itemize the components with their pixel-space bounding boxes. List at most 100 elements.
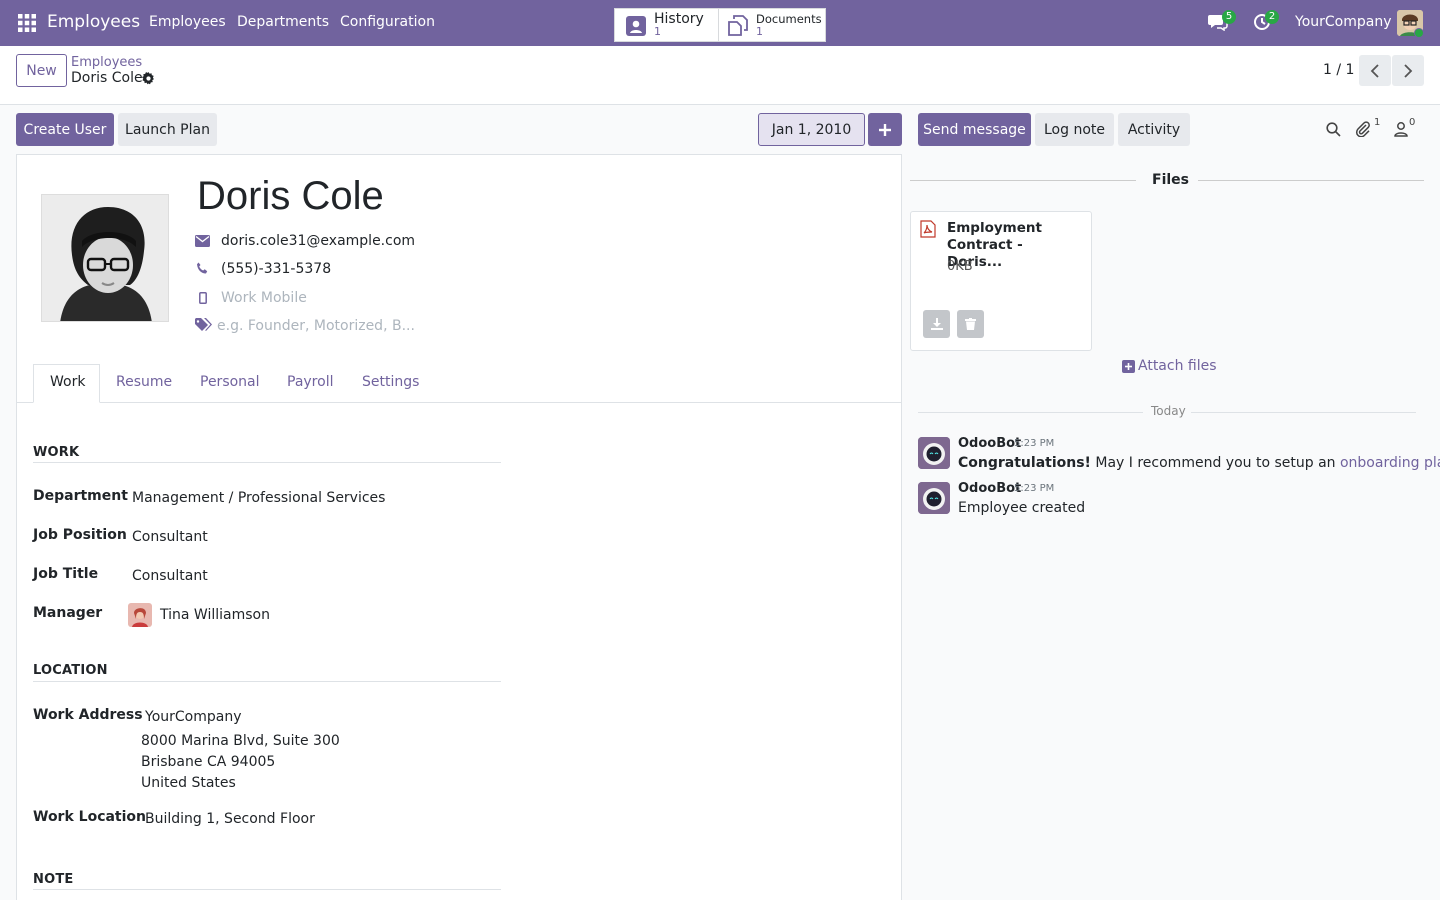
tab-resume[interactable]: Resume (116, 374, 172, 390)
phone-icon (196, 262, 209, 275)
department-field[interactable]: Management / Professional Services (132, 490, 385, 506)
pdf-icon (920, 220, 936, 238)
work-address-line3: United States (141, 775, 236, 791)
app-title[interactable]: Employees (47, 12, 140, 32)
tabs-bar-line (17, 402, 901, 403)
pager-next-button[interactable] (1392, 55, 1424, 86)
odoobot-avatar[interactable] (918, 437, 950, 469)
documents-count: 1 (756, 25, 763, 38)
history-label: History (654, 11, 704, 27)
send-message-button[interactable]: Send message (918, 113, 1031, 146)
company-switcher[interactable]: YourCompany (1295, 14, 1392, 30)
delete-attachment-button[interactable] (957, 310, 984, 338)
employee-name[interactable]: Doris Cole (197, 174, 384, 219)
menu-employees[interactable]: Employees (149, 14, 226, 30)
history-count: 1 (654, 25, 661, 38)
today-divider-left (918, 412, 1143, 413)
activity-button[interactable]: Activity (1118, 113, 1190, 146)
work-phone-field[interactable]: (555)-331-5378 (221, 261, 331, 277)
location-section-title: LOCATION (33, 663, 108, 678)
work-mobile-input[interactable]: Work Mobile (221, 290, 307, 306)
activities-badge: 2 (1265, 10, 1279, 24)
manager-label: Manager (33, 605, 103, 621)
search-icon[interactable] (1326, 122, 1341, 137)
message-time: 5:23 PM (1014, 438, 1055, 449)
work-location-field[interactable]: Building 1, Second Floor (145, 811, 315, 827)
message-time: 5:23 PM (1014, 483, 1055, 494)
work-location-label: Work Location (33, 809, 147, 825)
menu-configuration[interactable]: Configuration (340, 14, 435, 30)
followers-count: 0 (1409, 117, 1416, 128)
attachments-count: 1 (1374, 117, 1381, 128)
envelope-icon (195, 235, 210, 247)
work-section-divider (33, 462, 501, 463)
message-author[interactable]: OdooBot (958, 436, 1021, 451)
plus-square-icon (1122, 359, 1135, 373)
paperclip-icon (1355, 121, 1370, 137)
job-position-field[interactable]: Consultant (132, 529, 208, 545)
files-divider-left (910, 180, 1136, 181)
attach-files-button[interactable]: Attach files (1122, 358, 1217, 374)
job-title-field[interactable]: Consultant (132, 568, 208, 584)
job-title-label: Job Title (33, 566, 99, 582)
attachments-button[interactable]: 1 (1355, 117, 1385, 139)
add-button[interactable] (868, 113, 902, 146)
work-address-label: Work Address (33, 707, 143, 723)
breadcrumb-employees[interactable]: Employees (71, 55, 142, 70)
followers-button[interactable]: 0 (1394, 117, 1424, 139)
work-address-line2: Brisbane CA 94005 (141, 754, 276, 770)
record-actions-gear-icon[interactable] (142, 72, 155, 85)
files-divider-right (1198, 180, 1424, 181)
documents-icon (727, 14, 749, 36)
employee-photo[interactable] (41, 194, 169, 322)
mobile-icon (199, 292, 207, 304)
note-section-title: NOTE (33, 872, 74, 887)
pager-previous-button[interactable] (1359, 55, 1391, 86)
files-title: Files (1152, 172, 1189, 188)
work-email-field[interactable]: doris.cole31@example.com (221, 233, 415, 249)
control-panel (0, 46, 1440, 105)
user-icon (1394, 122, 1408, 137)
download-icon (930, 318, 943, 330)
date-status-button[interactable]: Jan 1, 2010 (758, 113, 865, 146)
new-button[interactable]: New (16, 54, 67, 87)
tab-payroll[interactable]: Payroll (287, 374, 333, 390)
odoobot-avatar[interactable] (918, 482, 950, 514)
trash-icon (965, 318, 976, 330)
message-body: Congratulations! May I recommend you to … (958, 455, 1440, 471)
tab-settings[interactable]: Settings (362, 374, 419, 390)
message-author[interactable]: OdooBot (958, 481, 1021, 496)
pager-value[interactable]: 1 / 1 (1323, 62, 1354, 78)
tab-personal[interactable]: Personal (200, 374, 260, 390)
plus-icon (879, 123, 891, 136)
tab-work[interactable]: Work (50, 374, 85, 390)
chevron-left-icon (1370, 63, 1379, 78)
documents-smart-button[interactable]: Documents 1 (718, 8, 826, 42)
tags-input[interactable]: e.g. Founder, Motorized, B... (217, 318, 415, 334)
user-history-icon (626, 14, 646, 36)
location-section-divider (33, 681, 501, 682)
onboarding-plan-link[interactable]: onboarding plan? (1340, 455, 1440, 471)
menu-departments[interactable]: Departments (237, 14, 329, 30)
message-body: Employee created (958, 500, 1086, 516)
message-text: May I recommend you to setup an (1090, 455, 1340, 471)
launch-plan-button[interactable]: Launch Plan (118, 113, 217, 146)
messages-badge: 5 (1222, 10, 1236, 24)
download-button[interactable] (923, 310, 950, 338)
manager-field[interactable]: Tina Williamson (160, 607, 270, 623)
today-divider-right (1191, 412, 1416, 413)
work-section-title: WORK (33, 445, 80, 460)
department-label: Department (33, 488, 128, 504)
activities-button[interactable]: 2 (1253, 10, 1281, 35)
message-bold-text: Congratulations! (958, 455, 1091, 471)
attachment-size: 0KB (947, 259, 973, 274)
log-note-button[interactable]: Log note (1035, 113, 1114, 146)
manager-avatar (128, 603, 152, 627)
apps-menu-icon[interactable] (18, 14, 36, 32)
work-address-company[interactable]: YourCompany (145, 709, 242, 725)
create-user-button[interactable]: Create User (16, 113, 114, 146)
history-smart-button[interactable]: History 1 (614, 8, 719, 42)
job-position-label: Job Position (33, 527, 127, 543)
breadcrumb-current: Doris Cole (71, 70, 143, 86)
messages-button[interactable]: 5 (1208, 10, 1236, 35)
